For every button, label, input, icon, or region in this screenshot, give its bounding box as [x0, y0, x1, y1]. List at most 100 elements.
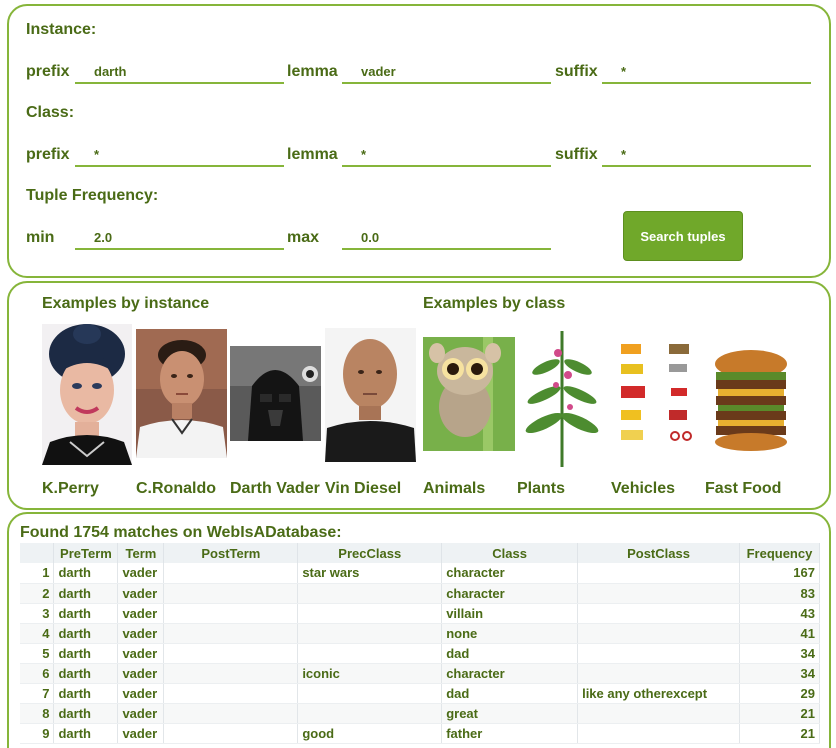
frequency-cell: 34: [739, 643, 821, 664]
row-index: 4: [20, 623, 55, 644]
frequency-cell: 83: [739, 583, 821, 604]
instance-suffix-label: suffix: [555, 63, 598, 80]
class-suffix-label: suffix: [555, 146, 598, 163]
preterm-cell: darth: [53, 663, 119, 684]
class-cell: dad: [441, 683, 579, 704]
results-table: PreTerm Term PostTerm PrecClass Class Po…: [20, 543, 821, 744]
plant-icon[interactable]: [518, 323, 607, 467]
frequency-max-label: max: [287, 229, 320, 246]
preterm-cell: darth: [53, 603, 119, 624]
class-lemma-label: lemma: [287, 146, 338, 163]
class-heading: Class:: [26, 104, 75, 121]
column-header-term[interactable]: Term: [117, 543, 165, 563]
class-cell: father: [441, 723, 579, 744]
example-caption-vin-diesel[interactable]: Vin Diesel: [325, 480, 401, 498]
tarsier-icon[interactable]: [423, 337, 515, 451]
search-tuples-button[interactable]: Search tuples: [623, 211, 743, 261]
table-row[interactable]: 3 darth vader villain 43: [20, 603, 821, 624]
row-index: 5: [20, 643, 55, 664]
precclass-cell: [297, 623, 443, 644]
table-row[interactable]: 2 darth vader character 83: [20, 583, 821, 604]
class-lemma-input[interactable]: [342, 143, 551, 167]
example-caption-fast-food[interactable]: Fast Food: [705, 480, 781, 498]
examples-by-class-title: Examples by class: [423, 295, 566, 312]
precclass-cell: iconic: [297, 663, 443, 684]
precclass-cell: [297, 583, 443, 604]
table-row[interactable]: 1 darth vader star wars character 167: [20, 563, 821, 584]
postclass-cell: [577, 723, 740, 744]
term-cell: vader: [117, 563, 165, 584]
term-cell: vader: [117, 583, 165, 604]
instance-prefix-input[interactable]: [75, 60, 284, 84]
preterm-cell: darth: [53, 683, 119, 704]
burger-icon[interactable]: [706, 350, 796, 452]
instance-lemma-label: lemma: [287, 63, 338, 80]
class-prefix-input[interactable]: [75, 143, 284, 167]
frequency-cell: 29: [739, 683, 821, 704]
postclass-cell: like any otherexcept: [577, 683, 740, 704]
table-row[interactable]: 7 darth vader dad like any otherexcept 2…: [20, 683, 821, 704]
column-header-frequency[interactable]: Frequency: [739, 543, 821, 563]
examples-panel: Examples by instance Examples by class K…: [7, 281, 831, 510]
class-cell: character: [441, 583, 579, 604]
woman-portrait-icon[interactable]: [42, 324, 132, 465]
column-header-postclass[interactable]: PostClass: [577, 543, 740, 563]
row-index: 8: [20, 703, 55, 724]
precclass-cell: [297, 683, 443, 704]
term-cell: vader: [117, 603, 165, 624]
column-header-index[interactable]: [20, 543, 55, 563]
example-caption-cronaldo[interactable]: C.Ronaldo: [136, 480, 216, 498]
row-index: 2: [20, 583, 55, 604]
bald-man-icon[interactable]: [325, 328, 416, 462]
helmet-icon[interactable]: [230, 346, 321, 441]
column-header-preterm[interactable]: PreTerm: [53, 543, 119, 563]
precclass-cell: good: [297, 723, 443, 744]
frequency-cell: 34: [739, 663, 821, 684]
class-cell: none: [441, 623, 579, 644]
results-panel: Found 1754 matches on WebIsADatabase: Pr…: [7, 512, 831, 748]
table-row[interactable]: 4 darth vader none 41: [20, 623, 821, 644]
table-row[interactable]: 8 darth vader great 21: [20, 703, 821, 724]
class-cell: great: [441, 703, 579, 724]
class-cell: villain: [441, 603, 579, 624]
class-cell: character: [441, 563, 579, 584]
example-caption-animals[interactable]: Animals: [423, 480, 485, 498]
example-caption-kperry[interactable]: K.Perry: [42, 480, 99, 498]
preterm-cell: darth: [53, 703, 119, 724]
frequency-cell: 41: [739, 623, 821, 644]
frequency-min-label: min: [26, 229, 55, 246]
table-row[interactable]: 5 darth vader dad 34: [20, 643, 821, 664]
example-caption-vehicles[interactable]: Vehicles: [611, 480, 675, 498]
example-caption-plants[interactable]: Plants: [517, 480, 565, 498]
frequency-cell: 43: [739, 603, 821, 624]
postclass-cell: [577, 643, 740, 664]
instance-prefix-label: prefix: [26, 63, 70, 80]
instance-lemma-input[interactable]: [342, 60, 551, 84]
precclass-cell: [297, 643, 443, 664]
term-cell: vader: [117, 703, 165, 724]
class-suffix-input[interactable]: [602, 143, 811, 167]
postterm-cell: [163, 563, 299, 584]
vehicles-icon[interactable]: [611, 338, 702, 451]
table-row[interactable]: 6 darth vader iconic character 34: [20, 663, 821, 684]
frequency-max-input[interactable]: [342, 226, 551, 250]
postclass-cell: [577, 563, 740, 584]
example-caption-darth-vader[interactable]: Darth Vader: [230, 480, 320, 498]
row-index: 6: [20, 663, 55, 684]
postterm-cell: [163, 643, 299, 664]
table-row[interactable]: 9 darth vader good father 21: [20, 723, 821, 744]
column-header-class[interactable]: Class: [441, 543, 579, 563]
instance-heading: Instance:: [26, 21, 97, 38]
instance-suffix-input[interactable]: [602, 60, 811, 84]
frequency-min-input[interactable]: [75, 226, 284, 250]
postterm-cell: [163, 663, 299, 684]
postclass-cell: [577, 703, 740, 724]
frequency-cell: 167: [739, 563, 821, 584]
column-header-precclass[interactable]: PrecClass: [297, 543, 443, 563]
man-portrait-icon[interactable]: [136, 329, 227, 458]
frequency-cell: 21: [739, 723, 821, 744]
postterm-cell: [163, 603, 299, 624]
class-prefix-label: prefix: [26, 146, 70, 163]
term-cell: vader: [117, 723, 165, 744]
column-header-postterm[interactable]: PostTerm: [163, 543, 299, 563]
